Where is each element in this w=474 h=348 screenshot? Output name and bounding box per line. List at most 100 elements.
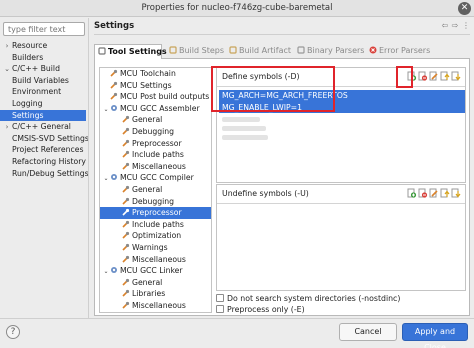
undefine-header-separator: [217, 203, 465, 204]
nav-item[interactable]: Project References: [0, 144, 86, 156]
tool-icon: [122, 208, 130, 216]
tab-binary-parsers[interactable]: Binary Parsers: [294, 44, 364, 59]
tab-tool-settings[interactable]: Tool Settings: [94, 44, 167, 60]
tree-item-label: Miscellaneous: [132, 300, 186, 310]
nav-item[interactable]: › C/C++ General: [0, 121, 86, 133]
window-title: Properties for nucleo-f746zg-cube-bareme…: [141, 3, 333, 13]
cancel-button[interactable]: Cancel: [339, 323, 397, 341]
nav-item[interactable]: CMSIS-SVD Settings: [0, 133, 89, 145]
tree-item-label: Optimization: [132, 231, 182, 241]
tab-label: Tool Settings: [108, 47, 167, 56]
tree-item[interactable]: Warnings: [100, 242, 211, 254]
nostdinc-checkbox-row[interactable]: Do not search system directories (-nostd…: [216, 294, 400, 303]
tab-label: Build Steps: [179, 46, 225, 55]
close-icon[interactable]: ✕: [458, 2, 471, 15]
tool-icon: [110, 81, 118, 89]
nav-item[interactable]: ⌄ C/C++ Build: [0, 63, 86, 75]
tree-item[interactable]: Libraries: [100, 288, 211, 300]
footer-separator: [0, 318, 474, 319]
move-up-icon[interactable]: [440, 71, 450, 82]
pane-splitter[interactable]: [88, 18, 89, 318]
nav-item-label: Refactoring History: [12, 156, 86, 166]
tool-icon: [122, 301, 130, 309]
tree-item[interactable]: Debugging: [100, 126, 211, 138]
tree-item[interactable]: MCU Post build outputs: [100, 91, 211, 103]
tree-item[interactable]: ⌄ MCU GCC Linker: [100, 265, 211, 277]
view-menu-icon[interactable]: ⋮: [462, 21, 470, 30]
page-navigation: ⇦ ⇨ ⋮: [441, 21, 471, 30]
heading-separator: [94, 34, 470, 35]
tree-item[interactable]: General: [100, 114, 211, 126]
nav-item[interactable]: Build Variables: [0, 75, 86, 87]
tree-item[interactable]: General: [100, 184, 211, 196]
tool-icon: [110, 92, 118, 100]
nav-item[interactable]: Logging: [0, 98, 86, 110]
nav-item[interactable]: Run/Debug Settings: [0, 168, 89, 180]
tree-item[interactable]: General: [100, 277, 211, 289]
move-down-icon[interactable]: [451, 71, 461, 82]
nav-item[interactable]: › Resource: [0, 40, 86, 52]
tool-icon: [110, 69, 118, 77]
define-symbols-highlight: [211, 66, 335, 112]
back-arrow-icon[interactable]: ⇦: [442, 21, 449, 30]
nostdinc-checkbox[interactable]: [216, 294, 224, 302]
nav-item[interactable]: Refactoring History: [0, 156, 86, 168]
tab-error-parsers[interactable]: Error Parsers: [366, 44, 436, 59]
nav-item-label: C/C++ Build: [12, 64, 60, 74]
tree-item[interactable]: Miscellaneous: [100, 254, 211, 266]
add-icon[interactable]: [407, 188, 417, 199]
nav-item[interactable]: Environment: [0, 86, 86, 98]
tree-item[interactable]: Miscellaneous: [100, 300, 211, 312]
edit-icon[interactable]: [429, 71, 439, 82]
tool-icon: [122, 185, 130, 193]
gear-icon: [110, 104, 118, 112]
tree-item-label: MCU Settings: [120, 80, 172, 90]
preprocess-only-checkbox[interactable]: [216, 305, 224, 313]
forward-arrow-icon[interactable]: ⇨: [452, 21, 459, 30]
tool-tree: MCU Toolchain MCU Settings MCU Post build …: [99, 67, 212, 313]
tab-build-steps[interactable]: Build Steps: [166, 44, 224, 59]
nav-item-label: C/C++ General: [12, 122, 71, 132]
tree-item[interactable]: Preprocessor: [100, 138, 211, 150]
edit-icon[interactable]: [429, 188, 439, 199]
tree-item[interactable]: Debugging: [100, 196, 211, 208]
tree-item-label: Preprocessor: [132, 208, 182, 218]
build-artifact-icon: [229, 45, 237, 54]
filter-input[interactable]: [3, 22, 85, 36]
tree-item-label: Preprocessor: [132, 138, 182, 148]
tool-icon: [122, 243, 130, 251]
tree-item-label: Miscellaneous: [132, 254, 186, 264]
tree-item[interactable]: Include paths: [100, 149, 211, 161]
tree-item-label: MCU Toolchain: [120, 69, 176, 78]
delete-icon[interactable]: [418, 188, 428, 199]
tree-item[interactable]: Optimization: [100, 230, 211, 242]
nav-item[interactable]: Builders: [0, 52, 86, 64]
help-button[interactable]: ?: [6, 325, 20, 339]
nav-item-label: Resource: [12, 41, 48, 50]
build-steps-icon: [169, 45, 177, 54]
tool-icon: [122, 255, 130, 263]
tree-item[interactable]: ⌄ MCU GCC Compiler: [100, 172, 211, 184]
tree-item[interactable]: MCU Toolchain: [100, 68, 211, 80]
nav-item-label: Settings: [12, 110, 44, 120]
tree-item[interactable]: MCU Settings: [100, 80, 211, 92]
tree-item-label: MCU Post build outputs: [120, 92, 210, 102]
tree-item[interactable]: Include paths: [100, 219, 211, 231]
apply-and-close-button[interactable]: Apply and Close: [402, 323, 468, 348]
tool-icon: [122, 139, 130, 147]
tab-build-artifact[interactable]: Build Artifact: [226, 44, 292, 59]
move-down-icon[interactable]: [451, 188, 461, 199]
move-up-icon[interactable]: [440, 188, 450, 199]
preprocess-only-checkbox-row[interactable]: Preprocess only (-E): [216, 305, 305, 314]
tree-item[interactable]: ⌄ MCU GCC Assembler: [100, 103, 211, 115]
undefine-symbols-box: Undefine symbols (-U): [216, 184, 466, 291]
delete-icon[interactable]: [418, 71, 428, 82]
tree-item[interactable]: Preprocessor: [100, 207, 211, 219]
nav-item[interactable]: Settings: [0, 109, 86, 122]
tree-item-label: General: [132, 115, 163, 125]
nav-item-label: CMSIS-SVD Settings: [12, 133, 89, 143]
tool-icon: [122, 197, 130, 205]
tree-item[interactable]: Miscellaneous: [100, 161, 211, 173]
tree-item-label: Include paths: [132, 219, 184, 229]
tree-item-label: Include paths: [132, 150, 184, 160]
